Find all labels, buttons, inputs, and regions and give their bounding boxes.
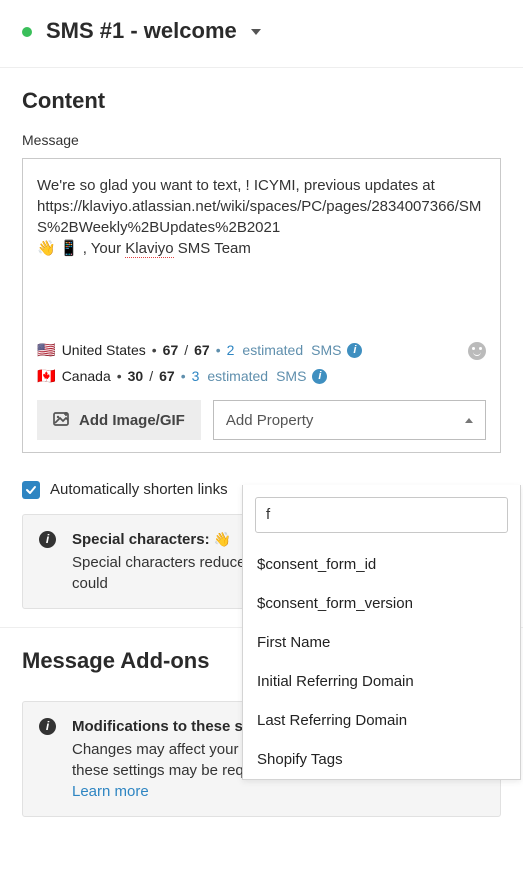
- message-actions: Add Image/GIF Add Property: [37, 400, 486, 440]
- sep-dot: •: [117, 367, 122, 387]
- dropdown-search-wrap[interactable]: [255, 497, 508, 533]
- dropdown-item[interactable]: Shopify Tags: [243, 740, 520, 779]
- dropdown-item[interactable]: Initial Referring Domain: [243, 662, 520, 701]
- country-ca: Canada: [62, 367, 111, 387]
- info-icon: i: [39, 718, 56, 735]
- status-dot-active: [22, 27, 32, 37]
- checkbox-checked-icon[interactable]: [22, 481, 40, 499]
- note-title: Special characters:: [72, 531, 214, 548]
- flow-title[interactable]: SMS #1 - welcome: [46, 16, 261, 47]
- wave-emoji: 👋: [37, 240, 56, 257]
- est-unit-ca: SMS: [274, 367, 306, 387]
- sep-dot: •: [216, 341, 221, 361]
- flow-header: SMS #1 - welcome: [0, 0, 523, 68]
- msg-text-mid: , Your: [83, 240, 126, 257]
- msg-text-spellcheck: Klaviyo: [125, 240, 173, 258]
- dropdown-item[interactable]: $consent_form_id: [243, 545, 520, 584]
- count-slash: /: [149, 367, 153, 387]
- add-property-select[interactable]: Add Property: [213, 400, 486, 440]
- est-count-us: 2: [227, 341, 235, 361]
- count-slash: /: [184, 341, 188, 361]
- country-us: United States: [62, 341, 146, 361]
- msg-text-suffix: SMS Team: [174, 240, 251, 257]
- msg-text-prefix: We're so glad you want to text, ! ICYMI,…: [37, 177, 481, 236]
- flag-ca-icon: 🇨🇦: [37, 369, 56, 384]
- info-icon: i: [39, 531, 56, 548]
- add-property-label: Add Property: [226, 410, 314, 431]
- wave-emoji: 👋: [214, 531, 231, 547]
- chevron-down-icon[interactable]: [251, 29, 261, 35]
- shorten-links-label: Automatically shorten links: [50, 479, 228, 500]
- count-row-ca: 🇨🇦 Canada • 30 / 67 • 3 estimated SMS i: [37, 367, 486, 387]
- est-label-us: estimated: [240, 341, 303, 361]
- section-title-content: Content: [22, 86, 501, 117]
- sep-dot: •: [152, 341, 157, 361]
- est-unit-us: SMS: [309, 341, 341, 361]
- dropdown-item[interactable]: Last Referring Domain: [243, 701, 520, 740]
- flag-us-icon: 🇺🇸: [37, 343, 56, 358]
- count-row-us: 🇺🇸 United States • 67 / 67 • 2 estimated…: [37, 341, 486, 361]
- message-field-label: Message: [22, 131, 501, 151]
- chevron-up-icon: [465, 418, 473, 423]
- add-image-button[interactable]: Add Image/GIF: [37, 400, 201, 440]
- emoji-picker-icon[interactable]: [468, 342, 486, 360]
- info-icon[interactable]: i: [312, 369, 327, 384]
- count-limit-ca: 67: [159, 367, 175, 387]
- message-text[interactable]: We're so glad you want to text, ! ICYMI,…: [37, 171, 486, 321]
- dropdown-search-input[interactable]: [266, 506, 497, 523]
- character-counts: 🇺🇸 United States • 67 / 67 • 2 estimated…: [37, 341, 486, 386]
- dropdown-item[interactable]: First Name: [243, 623, 520, 662]
- flow-title-text: SMS #1 - welcome: [46, 18, 237, 43]
- message-editor[interactable]: We're so glad you want to text, ! ICYMI,…: [22, 158, 501, 453]
- add-property-dropdown: $consent_form_id $consent_form_version F…: [242, 485, 521, 780]
- dropdown-item[interactable]: $consent_form_version: [243, 584, 520, 623]
- learn-more-link[interactable]: Learn more: [72, 783, 149, 800]
- phone-emoji: 📱: [60, 240, 79, 257]
- image-icon: [53, 410, 71, 430]
- count-limit-us: 67: [194, 341, 210, 361]
- content-section: Content Message We're so glad you want t…: [0, 68, 523, 464]
- est-count-ca: 3: [192, 367, 200, 387]
- est-label-ca: estimated: [205, 367, 268, 387]
- info-icon[interactable]: i: [347, 343, 362, 358]
- count-used-us: 67: [163, 341, 179, 361]
- sep-dot: •: [181, 367, 186, 387]
- add-image-label: Add Image/GIF: [79, 412, 185, 429]
- count-used-ca: 30: [128, 367, 144, 387]
